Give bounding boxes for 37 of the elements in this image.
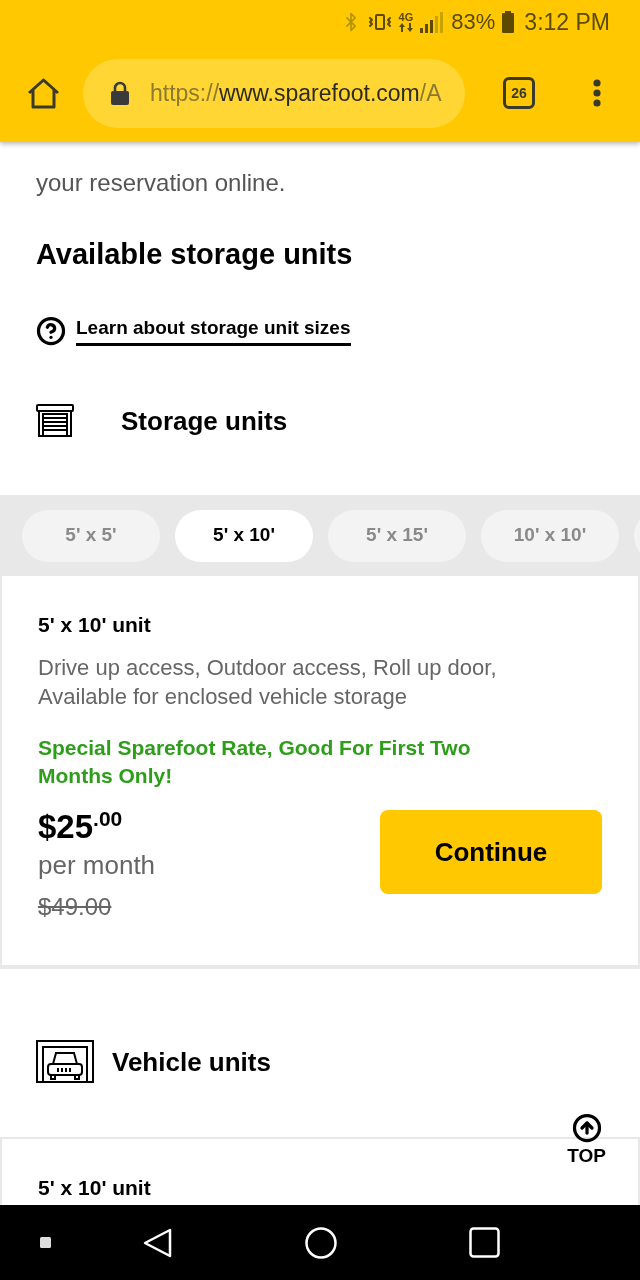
url-path: /A (419, 79, 442, 107)
unit-title: 5' x 10' unit (38, 1175, 152, 1201)
url-bar[interactable]: https://www.sparefoot.com/A (83, 58, 465, 128)
clock-time: 3:12 PM (524, 9, 610, 35)
lock-icon (110, 81, 130, 105)
continue-button[interactable]: Continue (380, 810, 602, 894)
price-period: per month (38, 849, 156, 882)
url-host: www.sparefoot.com (219, 79, 420, 107)
network-type-label: 4G (398, 12, 414, 23)
garage-car-icon (36, 1040, 94, 1083)
roll-up-door-icon (36, 404, 74, 437)
unit-title: 5' x 10' unit (38, 612, 152, 638)
price-text: $25$^{.00}$ (38, 808, 123, 846)
more-vertical-icon (593, 79, 601, 107)
back-to-top-button[interactable]: TOP (567, 1113, 606, 1167)
tab-count-button[interactable]: 26 (503, 77, 535, 109)
recents-icon[interactable] (469, 1227, 500, 1258)
home-icon (26, 77, 60, 109)
section-title: Vehicle units (112, 1045, 271, 1078)
back-icon[interactable] (143, 1227, 173, 1258)
battery-percentage: 83% (451, 9, 496, 35)
home-circle-icon[interactable] (305, 1226, 337, 1259)
unit-features: Drive up access, Outdoor access, Roll up door, Available for enclosed vehicle storage (38, 654, 498, 711)
data-transfer-icon (398, 23, 413, 32)
section-title: Storage units (121, 404, 288, 437)
promo-text: Special Sparefoot Rate, Good For First Two Months Only! (38, 735, 472, 789)
page-heading: Available storage units (35, 237, 354, 272)
help-icon (36, 316, 66, 346)
url-scheme: https:// (150, 79, 220, 107)
battery-icon (502, 11, 515, 33)
arrow-up-circle-icon (571, 1113, 602, 1143)
size-tab[interactable]: 5' x 10' (175, 509, 313, 562)
unit-sizes-link[interactable]: Learn about storage unit sizes (76, 316, 351, 346)
intro-text: your reservation online. (35, 168, 287, 198)
home-button[interactable] (26, 76, 60, 110)
signal-bars-icon (420, 11, 445, 33)
original-price: $49.00 (38, 892, 112, 922)
